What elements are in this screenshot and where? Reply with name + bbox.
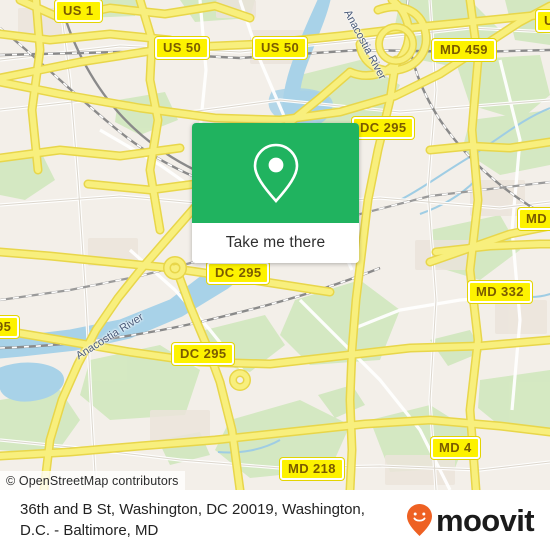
road-shield: MD 218 [280,458,344,480]
map-attribution[interactable]: © OpenStreetMap contributors [0,471,185,490]
moovit-logo[interactable]: moovit [406,503,550,537]
road-shield: US 1 [55,0,102,22]
take-me-there-label: Take me there [225,234,326,251]
address-text: 36th and B St, Washington, DC 20019, Was… [20,501,365,539]
moovit-wordmark: moovit [435,502,535,538]
road-shield: MD 70 [518,208,550,230]
attribution-text: © OpenStreetMap contributors [6,473,179,488]
road-shield: DC 295 [352,117,415,139]
destination-card[interactable]: Take me there [192,123,359,263]
take-me-there-button[interactable]: Take me there [192,223,359,263]
card-pin-area [192,123,359,223]
road-shield: DC 295 [207,262,270,284]
moovit-pin-smiley-icon [406,503,433,537]
road-shield: MD 332 [468,281,532,303]
road-shield: US [536,10,550,32]
road-shield: MD 459 [432,39,496,61]
road-shield: MD 4 [431,437,480,459]
road-shield: DC 295 [172,343,235,365]
road-shield: US 50 [253,37,308,59]
road-shield: US 50 [155,37,210,59]
moovit-map-screen: Anacostia River Anacostia River US 1 US … [0,0,550,550]
map-pin-icon [251,142,301,204]
footer-bar: 36th and B St, Washington, DC 20019, Was… [0,490,550,550]
road-shield: 95 [0,316,20,338]
